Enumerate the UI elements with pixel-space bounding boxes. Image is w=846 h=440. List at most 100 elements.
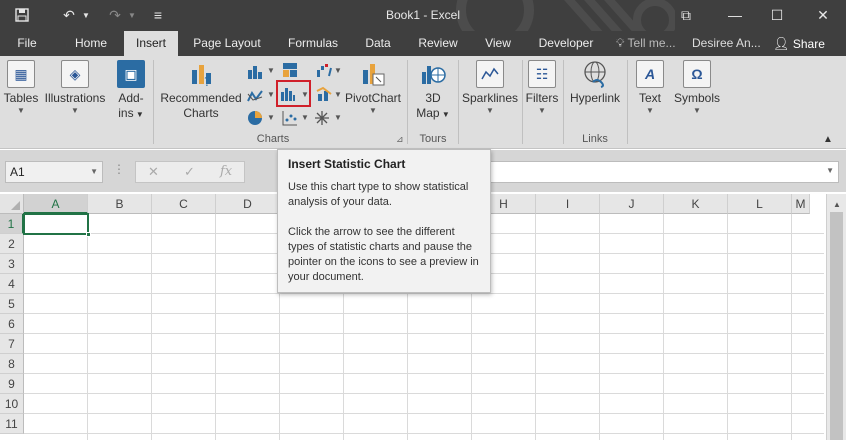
- pivotchart-label: PivotChart: [344, 91, 402, 105]
- filters-dropdown-icon: ▼: [538, 106, 546, 115]
- 3d-map-label-line1: 3D: [425, 91, 441, 105]
- hierarchy-chart-icon[interactable]: [282, 62, 298, 78]
- column-header-b[interactable]: B: [88, 194, 152, 214]
- tab-file[interactable]: File: [8, 31, 46, 56]
- waterfall-chart-icon[interactable]: [316, 62, 332, 78]
- name-box[interactable]: A1 ▼: [5, 161, 103, 183]
- column-chart-icon[interactable]: [247, 64, 263, 80]
- pivotchart-button[interactable]: PivotChart ▼: [343, 60, 403, 116]
- tours-group-label: Tours: [419, 133, 447, 145]
- scatter-chart-dropdown-icon[interactable]: ▼: [301, 113, 309, 122]
- symbols-label: Symbols: [673, 91, 720, 105]
- pie-chart-icon[interactable]: [247, 110, 263, 126]
- row-header-1[interactable]: 1: [0, 214, 24, 234]
- tab-formulas[interactable]: Formulas: [280, 31, 346, 56]
- tab-insert[interactable]: Insert: [124, 31, 178, 56]
- column-header-i[interactable]: I: [536, 194, 600, 214]
- insert-function-icon[interactable]: fx: [220, 164, 232, 179]
- line-chart-icon[interactable]: [247, 88, 263, 104]
- symbols-button[interactable]: Ω Symbols ▼: [672, 60, 722, 116]
- row-header-5[interactable]: 5: [0, 294, 24, 314]
- scrollbar-thumb[interactable]: [830, 212, 843, 440]
- combo-chart-icon[interactable]: [316, 86, 332, 102]
- ribbon: ▦ Tables ▼ ◈ Illustrations ▼ ▣ Add- ins …: [0, 56, 846, 149]
- column-header-a[interactable]: A: [24, 194, 88, 214]
- sparklines-label: Sparklines: [461, 91, 519, 105]
- formula-input[interactable]: ▼: [490, 161, 839, 183]
- row-header-2[interactable]: 2: [0, 234, 24, 254]
- addins-dropdown-icon: ▼: [133, 110, 144, 119]
- line-chart-dropdown-icon[interactable]: ▼: [267, 90, 275, 99]
- illustrations-button[interactable]: ◈ Illustrations ▼: [44, 60, 106, 116]
- charts-dialog-launcher-icon[interactable]: ⊿: [396, 134, 404, 145]
- share-button[interactable]: 👤︎ Share: [773, 31, 825, 56]
- addins-label-line1: Add-: [118, 91, 144, 105]
- tab-view[interactable]: View: [476, 31, 520, 56]
- row-header-11[interactable]: 11: [0, 414, 24, 434]
- maximize-button[interactable]: ☐: [764, 4, 790, 26]
- text-dropdown-icon: ▼: [646, 106, 654, 115]
- minimize-button[interactable]: —: [722, 4, 748, 26]
- row-header-3[interactable]: 3: [0, 254, 24, 274]
- ribbon-display-options-icon[interactable]: ⧉: [673, 4, 699, 26]
- column-header-l[interactable]: L: [728, 194, 792, 214]
- filters-button[interactable]: ☷ Filters ▼: [524, 60, 560, 116]
- column-header-m[interactable]: M: [792, 194, 810, 214]
- active-cell-a1[interactable]: [23, 213, 91, 237]
- illustrations-icon: ◈: [61, 60, 89, 88]
- column-header-d[interactable]: D: [216, 194, 280, 214]
- row-header-10[interactable]: 10: [0, 394, 24, 414]
- ribbon-tabs: File Home Insert Page Layout Formulas Da…: [0, 31, 846, 56]
- statistic-chart-tooltip: Insert Statistic Chart Use this chart ty…: [277, 149, 491, 293]
- filters-label: Filters: [525, 91, 559, 105]
- tab-developer[interactable]: Developer: [530, 31, 602, 56]
- text-button[interactable]: A Text ▼: [631, 60, 669, 116]
- surface-chart-icon[interactable]: [314, 110, 330, 126]
- tables-button[interactable]: ▦ Tables ▼: [2, 60, 40, 116]
- name-box-dropdown-icon[interactable]: ▼: [90, 162, 98, 182]
- cancel-entry-icon[interactable]: ✕: [148, 164, 159, 180]
- tab-home[interactable]: Home: [66, 31, 116, 56]
- row-header-8[interactable]: 8: [0, 354, 24, 374]
- scroll-up-icon[interactable]: ▲: [833, 200, 841, 209]
- recommended-charts-button[interactable]: ? Recommended Charts: [158, 60, 244, 121]
- tell-me-search[interactable]: 💡︎ Tell me...: [616, 31, 676, 56]
- row-header-6[interactable]: 6: [0, 314, 24, 334]
- tab-data[interactable]: Data: [356, 31, 400, 56]
- tab-review[interactable]: Review: [410, 31, 466, 56]
- fill-handle[interactable]: [86, 232, 91, 237]
- sparklines-button[interactable]: Sparklines ▼: [461, 60, 519, 116]
- surface-chart-dropdown-icon[interactable]: ▼: [334, 113, 342, 122]
- sparkline-icon: [476, 60, 504, 88]
- waterfall-chart-dropdown-icon[interactable]: ▼: [334, 66, 342, 75]
- column-header-k[interactable]: K: [664, 194, 728, 214]
- formula-bar-grip-icon[interactable]: ⋮: [113, 162, 125, 176]
- links-group-label: Links: [582, 133, 608, 145]
- combo-chart-dropdown-icon[interactable]: ▼: [334, 90, 342, 99]
- hyperlink-button[interactable]: Hyperlink: [566, 60, 624, 106]
- symbols-dropdown-icon: ▼: [693, 106, 701, 115]
- 3d-map-button[interactable]: 3D Map ▼: [412, 60, 454, 122]
- column-header-j[interactable]: J: [600, 194, 664, 214]
- formula-buttons: ✕ ✓ fx: [135, 161, 245, 183]
- scatter-chart-icon[interactable]: [282, 110, 298, 126]
- svg-text:?: ?: [204, 75, 210, 88]
- column-chart-dropdown-icon[interactable]: ▼: [267, 66, 275, 75]
- pie-chart-dropdown-icon[interactable]: ▼: [267, 113, 275, 122]
- user-account[interactable]: Desiree An...: [692, 31, 761, 56]
- table-icon: ▦: [7, 60, 35, 88]
- select-all-button[interactable]: [0, 194, 24, 214]
- expand-formula-bar-icon[interactable]: ▼: [826, 166, 834, 175]
- row-header-9[interactable]: 9: [0, 374, 24, 394]
- confirm-entry-icon[interactable]: ✓: [184, 164, 195, 180]
- close-button[interactable]: ✕: [810, 4, 836, 26]
- row-header-4[interactable]: 4: [0, 274, 24, 294]
- row-header-7[interactable]: 7: [0, 334, 24, 354]
- addins-button[interactable]: ▣ Add- ins ▼: [112, 60, 150, 122]
- tab-page-layout[interactable]: Page Layout: [186, 31, 268, 56]
- collapse-ribbon-icon[interactable]: ▲: [823, 134, 833, 145]
- column-header-c[interactable]: C: [152, 194, 216, 214]
- hyperlink-label: Hyperlink: [569, 91, 620, 105]
- hyperlink-globe-icon: [581, 60, 609, 88]
- vertical-scrollbar[interactable]: ▲: [826, 194, 846, 440]
